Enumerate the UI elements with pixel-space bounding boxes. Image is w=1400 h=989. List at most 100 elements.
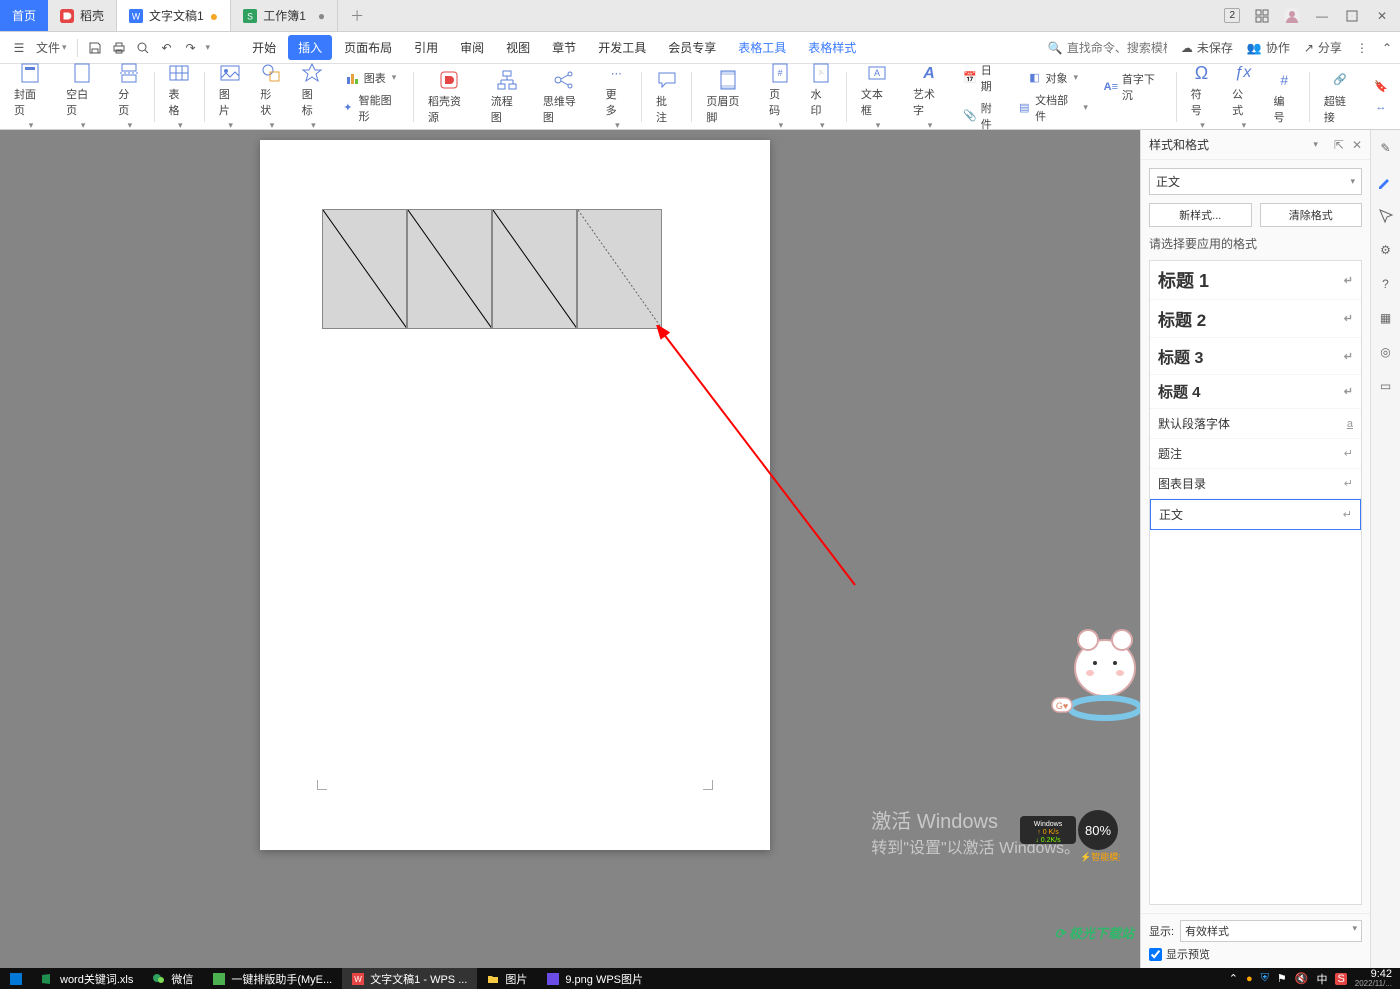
menutab-view[interactable]: 视图: [496, 35, 540, 60]
menutab-chapter[interactable]: 章节: [542, 35, 586, 60]
coop-link[interactable]: 👥协作: [1247, 39, 1290, 56]
canvas-area[interactable]: ⋮ ⋮ 激活 Windows 转到"设置"以激活 Windows。 G♥ 80%…: [0, 130, 1140, 968]
tb-excel[interactable]: word关键词.xls: [32, 968, 143, 989]
rb-pagenum[interactable]: #页码▾: [761, 60, 798, 133]
tab-home[interactable]: 首页: [0, 0, 48, 31]
rb-icon[interactable]: 图标▾: [294, 60, 331, 133]
rb-crossref[interactable]: ↔: [1368, 98, 1394, 116]
side-settings-icon[interactable]: ⚙: [1376, 240, 1396, 260]
tray-date[interactable]: 2022/11/...: [1355, 979, 1392, 989]
rb-picture[interactable]: 图片▾: [211, 60, 248, 133]
tray-volume-icon[interactable]: 🔇: [1295, 972, 1309, 985]
tab-dock[interactable]: 稻壳: [48, 0, 117, 31]
options-icon[interactable]: ⋮: [8, 946, 20, 960]
tab-close-icon[interactable]: ●: [318, 9, 325, 23]
menutab-table-style[interactable]: 表格样式: [798, 35, 866, 60]
side-highlight-icon[interactable]: [1376, 172, 1396, 192]
rb-chart[interactable]: 图表▾: [335, 68, 407, 88]
more-menu-icon[interactable]: ⋮: [1356, 41, 1368, 55]
tray-icon[interactable]: ●: [1246, 973, 1253, 985]
panel-close-icon[interactable]: ✕: [1352, 138, 1362, 152]
rb-dropcap[interactable]: A≡首字下沉: [1098, 69, 1170, 105]
share-link[interactable]: ↗分享: [1304, 39, 1342, 56]
table-cell[interactable]: [577, 209, 662, 329]
save-icon[interactable]: [84, 37, 106, 59]
collapse-ribbon-icon[interactable]: ⌃: [1382, 41, 1392, 55]
rb-attach[interactable]: 📎附件: [957, 98, 1008, 134]
search-box[interactable]: 🔍: [1048, 41, 1167, 55]
tb-image[interactable]: 9.png WPS图片: [537, 968, 653, 989]
maximize-icon[interactable]: [1344, 8, 1360, 24]
rb-hyperlink[interactable]: 🔗超链接: [1316, 67, 1364, 127]
side-pencil-icon[interactable]: ✎: [1376, 138, 1396, 158]
style-item-body[interactable]: 正文↵: [1150, 499, 1361, 530]
tray-flag-icon[interactable]: ⚑: [1277, 972, 1287, 985]
pin-icon[interactable]: ⇱: [1334, 138, 1344, 152]
rb-headerfooter[interactable]: 页眉页脚: [698, 67, 757, 127]
rb-number[interactable]: #编号: [1266, 67, 1303, 127]
menutab-insert[interactable]: 插入: [288, 35, 332, 60]
document-page[interactable]: [260, 140, 770, 850]
tb-folder[interactable]: 图片: [477, 968, 537, 989]
menutab-dev[interactable]: 开发工具: [588, 35, 656, 60]
tab-add[interactable]: ＋: [338, 0, 376, 31]
tray-s-icon[interactable]: S: [1335, 973, 1346, 985]
table-cell[interactable]: [322, 209, 407, 329]
table-cell[interactable]: [407, 209, 492, 329]
rb-bookmark[interactable]: 🔖: [1368, 78, 1394, 96]
style-item-h4[interactable]: 标题 4↵: [1150, 375, 1361, 409]
menutab-page-layout[interactable]: 页面布局: [334, 35, 402, 60]
rb-mind[interactable]: 思维导图: [535, 67, 594, 127]
rb-blank[interactable]: 空白页▾: [58, 60, 106, 133]
avatar-icon[interactable]: [1284, 8, 1300, 24]
table-shape[interactable]: [322, 209, 662, 329]
rb-smart[interactable]: ✦智能图形: [335, 90, 407, 126]
rb-object[interactable]: ◧对象▾: [1012, 68, 1094, 88]
rb-table[interactable]: 表格▾: [161, 60, 198, 133]
rb-comment[interactable]: 批注: [648, 67, 685, 127]
undo-icon[interactable]: ↶: [156, 37, 178, 59]
style-list[interactable]: 标题 1↵ 标题 2↵ 标题 3↵ 标题 4↵ 默认段落字体a 题注↵ 图表目录…: [1149, 260, 1362, 905]
options-icon[interactable]: ⋮: [8, 138, 20, 152]
rb-pagebreak[interactable]: 分页▾: [110, 60, 147, 133]
mascot-icon[interactable]: G♥: [1040, 618, 1140, 728]
print-icon[interactable]: [108, 37, 130, 59]
panel-dropdown-icon[interactable]: ▾: [1313, 139, 1318, 150]
table-cell[interactable]: [492, 209, 577, 329]
side-panel-icon[interactable]: ▭: [1376, 376, 1396, 396]
style-item-toc[interactable]: 图表目录↵: [1150, 469, 1361, 499]
menutab-start[interactable]: 开始: [242, 35, 286, 60]
tray-ime-icon[interactable]: 中: [1316, 971, 1327, 987]
rb-shape[interactable]: 形状▾: [252, 60, 289, 133]
rb-docpart[interactable]: ▤文档部件▾: [1012, 90, 1094, 126]
unsaved-link[interactable]: ☁未保存: [1181, 39, 1233, 56]
file-menu[interactable]: 文件▾: [32, 37, 71, 59]
tab-doc[interactable]: W 文字文稿1 ●: [117, 0, 231, 31]
clear-format-button[interactable]: 清除格式: [1260, 203, 1363, 227]
search-input[interactable]: [1067, 41, 1167, 55]
tb-wps-doc[interactable]: W 文字文稿1 - WPS ...: [342, 968, 477, 989]
qa-dropdown[interactable]: ▾: [206, 42, 211, 53]
side-template-icon[interactable]: ▦: [1376, 308, 1396, 328]
preview-checkbox[interactable]: 显示预览: [1149, 946, 1362, 962]
grid-icon[interactable]: [1254, 8, 1270, 24]
rb-date[interactable]: 📅日期: [957, 60, 1008, 96]
menutab-review[interactable]: 审阅: [450, 35, 494, 60]
preview-checkbox-input[interactable]: [1149, 948, 1162, 961]
tb-wechat[interactable]: 微信: [143, 968, 203, 989]
rb-symbol[interactable]: Ω符号▾: [1183, 60, 1220, 133]
current-style-select[interactable]: 正文 ▾: [1149, 168, 1362, 195]
rb-more[interactable]: ⋯更多▾: [598, 60, 635, 133]
rb-watermark[interactable]: A水印▾: [803, 60, 840, 133]
redo-icon[interactable]: ↷: [180, 37, 202, 59]
close-icon[interactable]: ✕: [1374, 8, 1390, 24]
tb-typeset[interactable]: 一键排版助手(MyE...: [203, 968, 342, 989]
show-select[interactable]: 有效样式▾: [1180, 920, 1362, 942]
tab-sheet[interactable]: S 工作簿1 ●: [231, 0, 338, 31]
tray-time[interactable]: 9:42: [1355, 969, 1392, 979]
style-item-h3[interactable]: 标题 3↵: [1150, 338, 1361, 375]
new-style-button[interactable]: 新样式...: [1149, 203, 1252, 227]
rb-formula[interactable]: ƒx公式▾: [1224, 60, 1261, 133]
menutab-member[interactable]: 会员专享: [658, 35, 726, 60]
side-help-icon[interactable]: ?: [1376, 274, 1396, 294]
